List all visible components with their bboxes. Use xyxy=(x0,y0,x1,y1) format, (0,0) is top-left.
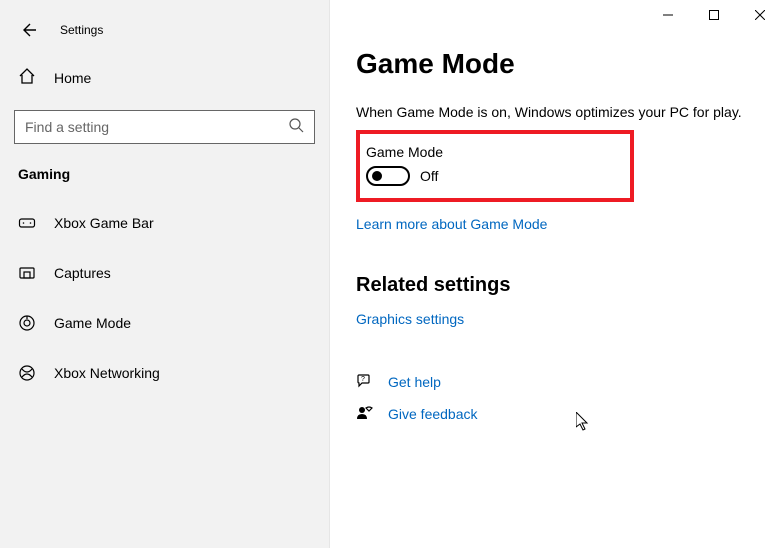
graphics-settings-link[interactable]: Graphics settings xyxy=(356,311,464,327)
content-area: Game Mode When Game Mode is on, Windows … xyxy=(330,0,783,548)
back-button[interactable] xyxy=(18,20,38,40)
related-settings-header: Related settings xyxy=(356,274,783,297)
game-bar-icon xyxy=(18,214,36,232)
game-mode-toggle[interactable] xyxy=(366,166,410,186)
sidebar: Settings Home Gaming Xbox Game Bar Captu… xyxy=(0,0,330,548)
sidebar-item-captures[interactable]: Captures xyxy=(0,250,329,296)
toggle-label: Game Mode xyxy=(366,144,620,160)
learn-more-link[interactable]: Learn more about Game Mode xyxy=(356,216,547,232)
app-title: Settings xyxy=(60,23,103,37)
sidebar-item-label: Xbox Game Bar xyxy=(54,215,154,231)
feedback-icon xyxy=(356,405,374,423)
home-label: Home xyxy=(54,70,91,86)
search-icon xyxy=(288,117,304,138)
svg-text:?: ? xyxy=(361,376,365,383)
get-help-icon: ? xyxy=(356,373,374,391)
toggle-knob xyxy=(372,171,382,181)
home-icon xyxy=(18,67,36,90)
get-help-link[interactable]: Get help xyxy=(388,374,441,390)
search-input[interactable] xyxy=(25,119,288,135)
home-nav[interactable]: Home xyxy=(0,58,329,98)
sidebar-item-label: Xbox Networking xyxy=(54,365,160,381)
page-title: Game Mode xyxy=(356,48,783,80)
xbox-networking-icon xyxy=(18,364,36,382)
sidebar-item-game-mode[interactable]: Game Mode xyxy=(0,300,329,346)
captures-icon xyxy=(18,264,36,282)
search-box[interactable] xyxy=(14,110,315,144)
game-mode-icon xyxy=(18,314,36,332)
give-feedback-link[interactable]: Give feedback xyxy=(388,406,478,422)
sidebar-item-xbox-networking[interactable]: Xbox Networking xyxy=(0,350,329,396)
sidebar-item-xbox-game-bar[interactable]: Xbox Game Bar xyxy=(0,200,329,246)
highlight-box: Game Mode Off xyxy=(356,130,634,202)
toggle-state: Off xyxy=(420,168,438,184)
sidebar-item-label: Captures xyxy=(54,265,111,281)
category-header: Gaming xyxy=(0,144,329,196)
page-description: When Game Mode is on, Windows optimizes … xyxy=(356,104,783,120)
sidebar-item-label: Game Mode xyxy=(54,315,131,331)
